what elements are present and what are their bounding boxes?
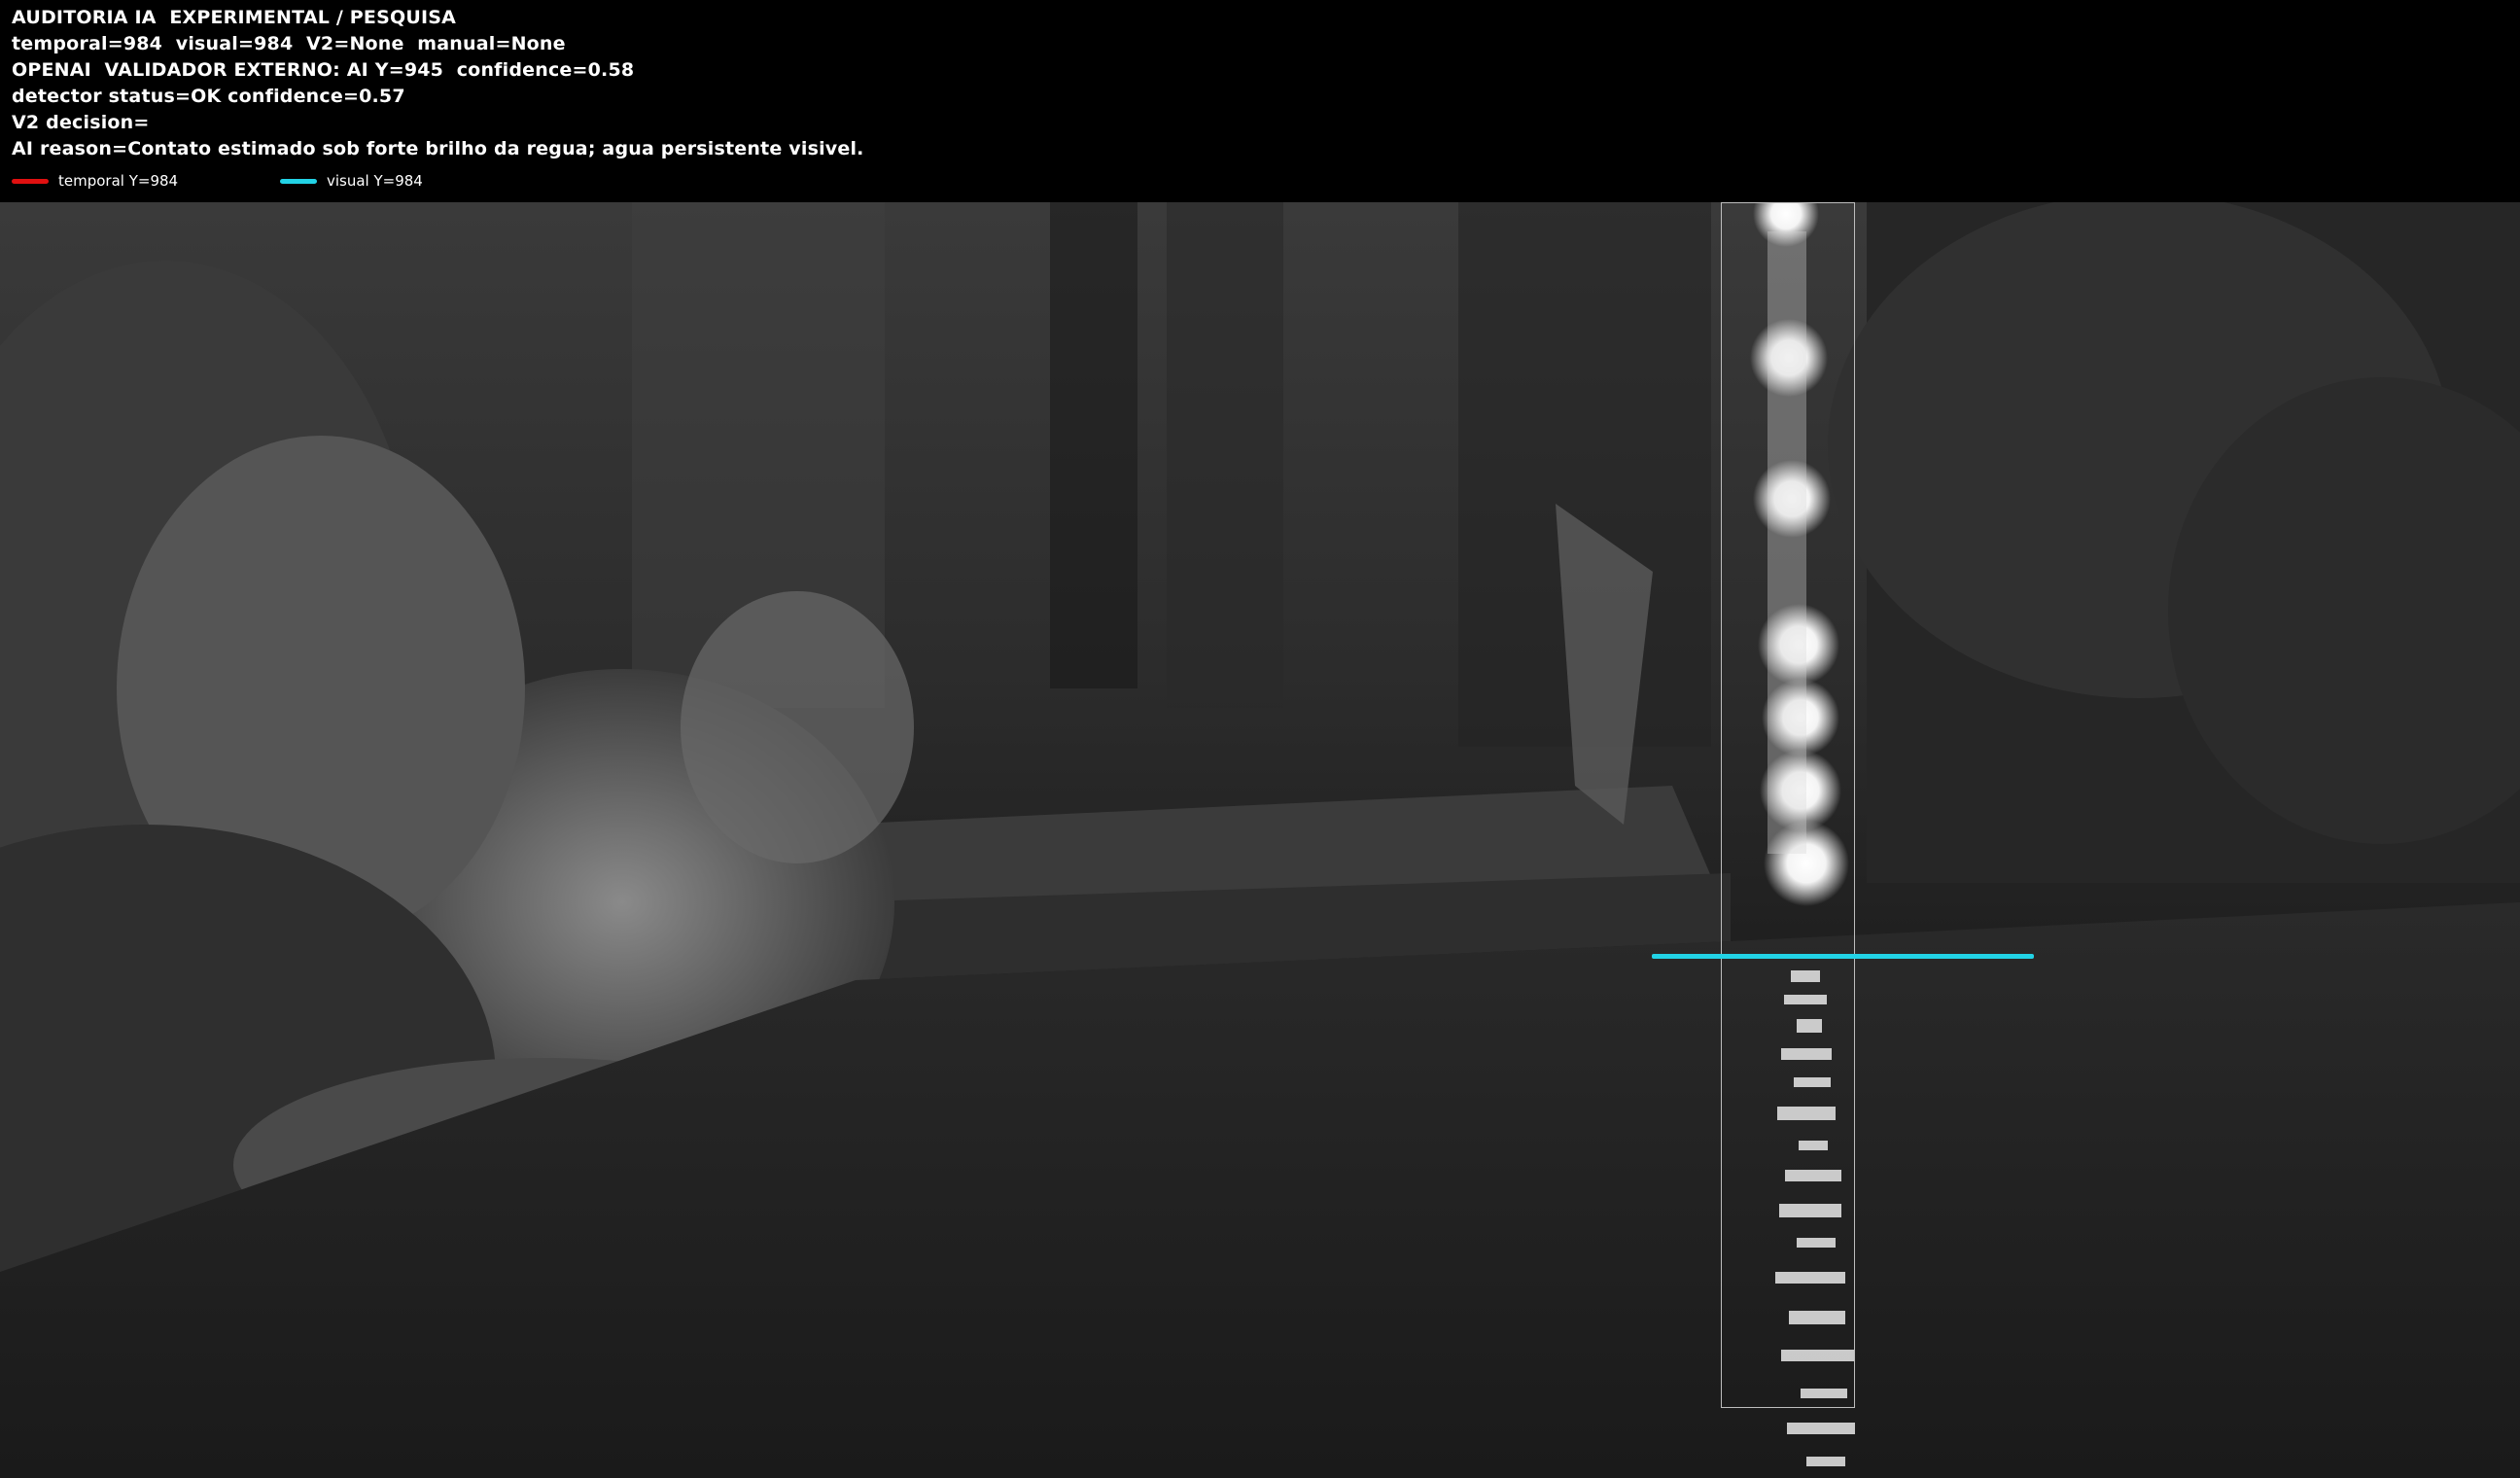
values-line: temporal=984 visual=984 V2=None manual=N…	[12, 33, 566, 54]
visual-waterline-marker	[1652, 954, 2034, 959]
legend-temporal-swatch	[12, 178, 49, 184]
legend-visual: visual Y=984	[280, 171, 423, 191]
legend-visual-swatch	[280, 178, 317, 184]
legend-visual-label: visual Y=984	[327, 172, 423, 190]
ruler-roi-box	[1721, 202, 1855, 1408]
v2-decision-line: V2 decision=	[12, 112, 150, 133]
legend-temporal-label: temporal Y=984	[58, 172, 179, 190]
camera-frame	[0, 202, 2520, 1478]
ai-reason-line: AI reason=Contato estimado sob forte bri…	[12, 138, 864, 159]
audit-overlay-header: AUDITORIA IA EXPERIMENTAL / PESQUISA tem…	[0, 0, 2520, 202]
audit-title: AUDITORIA IA EXPERIMENTAL / PESQUISA	[12, 7, 457, 28]
detector-status-line: detector status=OK confidence=0.57	[12, 86, 405, 107]
legend-temporal: temporal Y=984	[12, 171, 178, 191]
night-river-scene-image	[0, 202, 2520, 1478]
openai-validator-line: OPENAI VALIDADOR EXTERNO: AI Y=945 confi…	[12, 59, 635, 81]
